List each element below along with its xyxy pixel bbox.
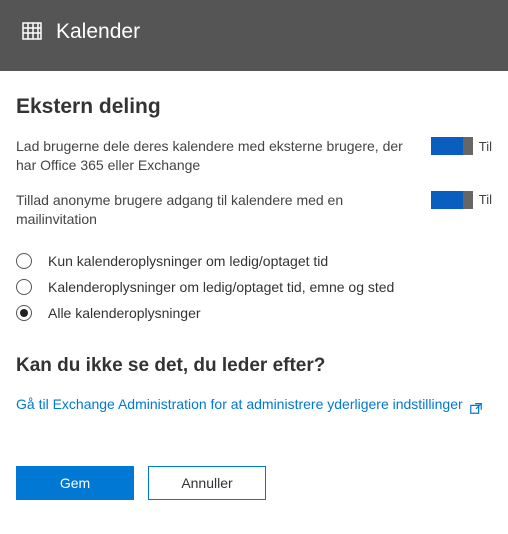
exchange-admin-link-row: Gå til Exchange Administration for at ad… <box>16 395 492 418</box>
radio-option-all[interactable]: Alle kalenderoplysninger <box>16 305 492 321</box>
external-link-icon[interactable] <box>469 401 483 418</box>
page-title: Kalender <box>56 20 140 44</box>
toggle-switch[interactable] <box>431 137 473 155</box>
radio-group-calendar-detail: Kun kalenderoplysninger om ledig/optaget… <box>16 253 492 321</box>
toggle-share-external[interactable]: Til <box>431 137 492 155</box>
toggle-state-text: Til <box>479 139 492 154</box>
section-title: Ekstern deling <box>16 95 492 119</box>
radio-label: Kalenderoplysninger om ledig/optaget tid… <box>48 279 394 295</box>
radio-icon[interactable] <box>16 253 32 269</box>
content-area: Ekstern deling Lad brugerne dele deres k… <box>0 71 508 520</box>
radio-option-freebusy-subject-location[interactable]: Kalenderoplysninger om ledig/optaget tid… <box>16 279 492 295</box>
save-button[interactable]: Gem <box>16 466 134 500</box>
page-header: Kalender <box>0 0 508 71</box>
toggle-state-text: Til <box>479 192 492 207</box>
help-title: Kan du ikke se det, du leder efter? <box>16 355 492 377</box>
setting-anonymous-access: Tillad anonyme brugere adgang til kalend… <box>16 191 492 229</box>
radio-option-freebusy[interactable]: Kun kalenderoplysninger om ledig/optaget… <box>16 253 492 269</box>
cancel-button[interactable]: Annuller <box>148 466 266 500</box>
radio-icon[interactable] <box>16 305 32 321</box>
radio-label: Alle kalenderoplysninger <box>48 305 201 321</box>
toggle-switch[interactable] <box>431 191 473 209</box>
calendar-icon <box>20 18 44 45</box>
setting-share-external: Lad brugerne dele deres kalendere med ek… <box>16 137 492 175</box>
radio-icon[interactable] <box>16 279 32 295</box>
toggle-anonymous-access[interactable]: Til <box>431 191 492 209</box>
exchange-admin-link[interactable]: Gå til Exchange Administration for at ad… <box>16 395 463 415</box>
setting-label: Tillad anonyme brugere adgang til kalend… <box>16 191 411 229</box>
radio-label: Kun kalenderoplysninger om ledig/optaget… <box>48 253 328 269</box>
button-row: Gem Annuller <box>16 466 492 500</box>
setting-label: Lad brugerne dele deres kalendere med ek… <box>16 137 411 175</box>
